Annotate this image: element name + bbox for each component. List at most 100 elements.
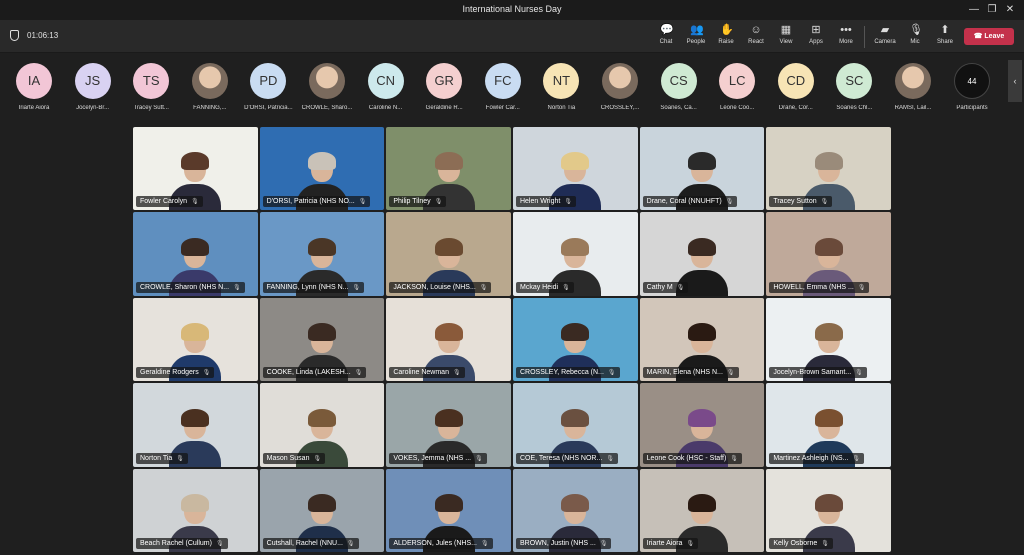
video-tile[interactable]: HOWELL, Emma (NHS ... 🎙 xyxy=(766,212,891,296)
tile-name: HOWELL, Emma (NHS ... xyxy=(773,283,854,291)
participant-avatar-item[interactable]: NT Norton Tia xyxy=(533,63,589,111)
tile-name: VOKES, Jemma (NHS ... xyxy=(393,454,472,462)
tile-name-label: Iriarte Aiora 🎙 xyxy=(642,538,699,549)
mic-off-icon: 🎙 xyxy=(191,199,199,206)
video-hair xyxy=(687,152,716,171)
video-tile[interactable]: Jocelyn-Brown Samant... 🎙 xyxy=(766,297,891,382)
video-tile[interactable]: CROWLE, Sharon (NHS N... 🎙 xyxy=(133,212,258,296)
video-hair xyxy=(561,237,590,256)
mic-off-icon: 🎙 xyxy=(820,199,829,206)
participant-avatar-item[interactable]: RAMSI, Lail... xyxy=(885,63,941,111)
leave-button[interactable]: ☎ Leave xyxy=(964,28,1014,45)
participant-avatar-item[interactable]: IA Iriarte Aiora xyxy=(6,63,62,111)
tile-name-label: Martinez Ashleigh (NS... 🎙 xyxy=(769,452,865,464)
mic-off-icon: 🎙 xyxy=(358,199,367,206)
avatar: CD xyxy=(777,63,814,99)
participants-button[interactable]: 44 Participants xyxy=(944,63,1000,111)
participant-name: FANNING,... xyxy=(193,105,227,111)
share-button[interactable]: ⬆ Share xyxy=(930,24,960,45)
video-tile[interactable]: FANNING, Lynn (NHS N... 🎙 xyxy=(259,212,385,296)
video-tile[interactable]: Caroline Newman 🎙 xyxy=(386,297,511,382)
react-button[interactable]: ☺ React xyxy=(741,24,771,45)
more-button[interactable]: ••• More xyxy=(831,24,861,45)
mic-off-icon: 🎙 xyxy=(676,284,685,291)
tile-name-label: ALDERSON, Jules (NHS... 🎙 xyxy=(389,538,493,549)
video-tile[interactable]: VOKES, Jemma (NHS ... 🎙 xyxy=(386,383,511,467)
title-bar: International Nurses Day — ❐ ✕ xyxy=(0,0,1024,20)
mic-off-icon: 🎙 xyxy=(725,199,734,206)
apps-button[interactable]: ⊞ Apps xyxy=(801,24,831,45)
hand-icon: ✋ xyxy=(720,24,734,36)
participant-name: Leone Coo... xyxy=(720,105,755,111)
participant-avatar-item[interactable]: PD D'ORSI, Patricia... xyxy=(240,63,296,111)
video-hair xyxy=(561,408,590,427)
chat-button[interactable]: 💬 Chat xyxy=(651,24,681,45)
video-tile[interactable]: Beach Rachel (Cullum) 🎙 xyxy=(133,468,258,552)
video-hair xyxy=(434,408,463,427)
participant-avatar-item[interactable]: CD Drane, Cor... xyxy=(768,63,824,111)
participant-avatar-item[interactable]: TS Tracey Sutt... xyxy=(123,63,179,111)
video-tile[interactable]: Martinez Ashleigh (NS... 🎙 xyxy=(766,383,891,467)
video-tile[interactable]: BROWN, Justin (NHS ... 🎙 xyxy=(512,468,638,552)
video-tile[interactable]: Leone Cook (HSC - Staff) 🎙 xyxy=(639,383,765,467)
video-tile[interactable]: Philip Tilney 🎙 xyxy=(386,127,511,211)
chevron-left-icon[interactable]: ‹ xyxy=(1008,60,1022,102)
video-tile[interactable]: JACKSON, Louise (NHS... 🎙 xyxy=(386,212,511,296)
participant-avatar-item[interactable]: FANNING,... xyxy=(182,63,238,111)
video-tile[interactable]: Norton Tia 🎙 xyxy=(133,383,258,467)
mic-button[interactable]: 🎙 Mic xyxy=(900,24,930,45)
participant-strip: IA Iriarte Aiora JS Jocelyn-Br... TS Tracey S… xyxy=(0,54,1024,120)
video-tile[interactable]: Mason Susan 🎙 xyxy=(259,383,385,467)
participant-avatar-item[interactable]: LC Leone Coo... xyxy=(709,63,765,111)
video-tile[interactable]: MARIN, Elena (NHS N... 🎙 xyxy=(639,297,765,382)
participant-avatar-item[interactable]: GR Geraldine R... xyxy=(416,63,472,111)
tile-name-label: COOKE, Linda (LAKESH... 🎙 xyxy=(262,367,367,379)
tile-name-label: Kelly Osborne 🎙 xyxy=(769,538,833,549)
participant-avatar-item[interactable]: CS Soanes, Ca... xyxy=(651,63,707,111)
tile-name-label: Cathy M 🎙 xyxy=(642,281,689,293)
video-tile[interactable]: Iriarte Aiora 🎙 xyxy=(639,468,765,552)
video-tile[interactable]: Fowler Carolyn 🎙 xyxy=(133,127,258,211)
video-tile[interactable]: Cutshall, Rachel (NNU... 🎙 xyxy=(259,468,385,552)
participant-avatar-item[interactable]: JS Jocelyn-Br... xyxy=(65,63,121,111)
mic-off-icon: 🎙 xyxy=(202,370,211,377)
mic-off-icon: 🎙 xyxy=(354,370,363,377)
participant-avatar-item[interactable]: FC Fowler Car... xyxy=(475,63,531,111)
tile-name-label: D'ORSI, Patricia (NHS NO... 🎙 xyxy=(262,196,371,208)
close-icon[interactable]: ✕ xyxy=(998,2,1022,18)
video-tile[interactable]: CROSSLEY, Rebecca (N... 🎙 xyxy=(512,297,638,382)
participant-avatar-item[interactable]: CN Caroline N... xyxy=(358,63,414,111)
video-tile[interactable]: Helen Wright 🎙 xyxy=(512,127,638,211)
video-tile[interactable]: Cathy M 🎙 xyxy=(639,212,765,296)
tile-name-label: VOKES, Jemma (NHS ... 🎙 xyxy=(389,452,487,464)
raise-hand-button[interactable]: ✋ Raise xyxy=(711,24,741,45)
mic-off-icon: 🎙 xyxy=(726,370,735,377)
tile-name: JACKSON, Louise (NHS... xyxy=(393,283,476,291)
video-hair xyxy=(687,323,716,342)
video-tile[interactable]: ALDERSON, Jules (NHS... 🎙 xyxy=(386,468,511,552)
video-tile[interactable]: COOKE, Linda (LAKESH... 🎙 xyxy=(259,297,385,382)
video-tile[interactable]: Drane, Coral (NNUHFT) 🎙 xyxy=(639,127,765,211)
camera-button[interactable]: ▰ Camera xyxy=(870,24,900,45)
view-button[interactable]: ▦ View xyxy=(771,24,801,45)
avatar xyxy=(602,63,638,99)
video-tile[interactable]: Mckay Heidi 🎙 xyxy=(512,212,638,296)
video-tile[interactable]: Kelly Osborne 🎙 xyxy=(766,468,891,552)
tile-name-label: Philip Tilney 🎙 xyxy=(389,196,447,208)
avatar: NT xyxy=(543,63,580,99)
video-hair xyxy=(181,323,210,342)
participant-avatar-item[interactable]: CROWLE, Sharo... xyxy=(299,63,355,111)
participant-avatar-item[interactable]: CROSSLEY,... xyxy=(592,63,648,111)
video-tile[interactable]: Tracey Sutton 🎙 xyxy=(766,127,891,211)
people-button[interactable]: 👥 People xyxy=(681,24,711,45)
participant-name: Iriarte Aiora xyxy=(18,105,50,111)
tile-name: Mckay Heidi xyxy=(519,283,559,291)
avatar: PD xyxy=(250,63,287,99)
video-hair xyxy=(434,494,463,512)
video-tile[interactable]: D'ORSI, Patricia (NHS NO... 🎙 xyxy=(259,127,385,211)
participant-avatar-item[interactable]: SC Soanes Chl... xyxy=(826,63,882,111)
video-hair xyxy=(181,152,210,171)
video-tile[interactable]: COE, Teresa (NHS NOR... 🎙 xyxy=(512,383,638,467)
video-tile[interactable]: Geraldine Rodgers 🎙 xyxy=(133,297,258,382)
meeting-timer: 01:06:13 xyxy=(10,30,58,41)
